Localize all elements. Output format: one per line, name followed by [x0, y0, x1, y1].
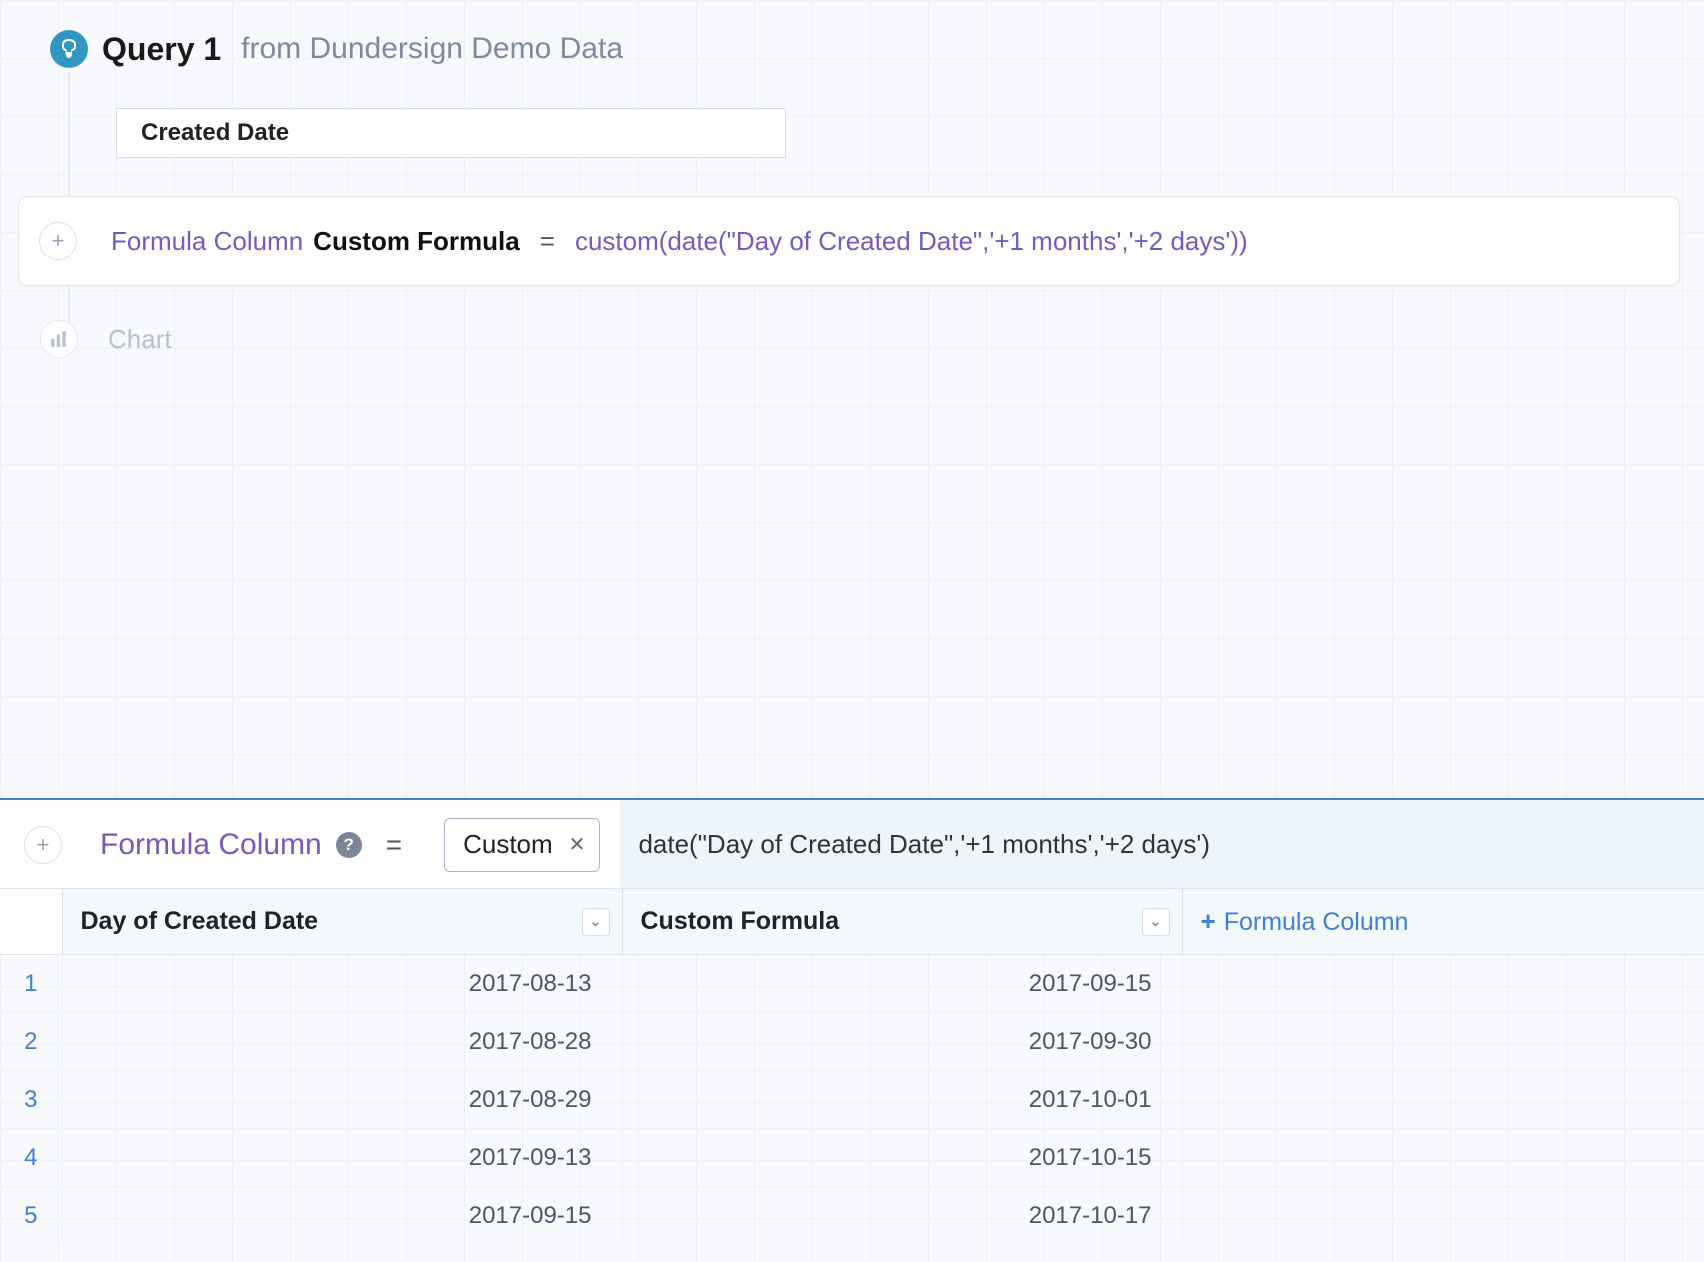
cell: 2017-10-15 — [622, 1129, 1182, 1187]
table-row[interactable]: 3 2017-08-29 2017-10-01 — [0, 1071, 1704, 1129]
help-icon[interactable]: ? — [336, 832, 362, 858]
row-number: 5 — [0, 1187, 62, 1245]
column-header-day-of-created-date[interactable]: Day of Created Date ⌄ — [62, 889, 622, 955]
formula-type-chip-label: Custom — [463, 829, 553, 860]
column-header-custom-formula[interactable]: Custom Formula ⌄ — [622, 889, 1182, 955]
cell: 2017-09-13 — [62, 1129, 622, 1187]
cell: 2017-10-17 — [622, 1187, 1182, 1245]
chart-step-row[interactable]: Chart — [40, 320, 172, 358]
equals-sign: = — [540, 226, 555, 257]
add-column-label: Formula Column — [1224, 908, 1409, 936]
formula-input[interactable]: date("Day of Created Date",'+1 months','… — [620, 800, 1704, 889]
cell: 2017-09-30 — [622, 1013, 1182, 1071]
column-header-label: Custom Formula — [641, 907, 840, 935]
table-row[interactable]: 4 2017-09-13 2017-10-15 — [0, 1129, 1704, 1187]
editor-add-button[interactable]: + — [24, 826, 62, 864]
close-icon[interactable]: ✕ — [569, 832, 586, 857]
add-step-button[interactable]: + — [39, 222, 77, 260]
row-number-header — [0, 889, 62, 955]
add-formula-column-button[interactable]: + Formula Column — [1182, 889, 1704, 955]
plus-icon: + — [1201, 906, 1216, 936]
editor-equals-sign: = — [386, 829, 402, 861]
postgres-icon — [50, 30, 88, 68]
formula-step-expression: custom(date("Day of Created Date",'+1 mo… — [575, 226, 1248, 257]
field-pill-label: Created Date — [141, 119, 289, 147]
editor-step-type: Formula Column — [100, 828, 322, 862]
cell-empty — [1182, 955, 1704, 1013]
cell: 2017-09-15 — [62, 1187, 622, 1245]
cell: 2017-08-28 — [62, 1013, 622, 1071]
query-header: Query 1 from Dundersign Demo Data — [50, 30, 623, 68]
cell: 2017-10-01 — [622, 1071, 1182, 1129]
cell-empty — [1182, 1187, 1704, 1245]
formula-step-type: Formula Column — [111, 226, 303, 257]
results-table: Day of Created Date ⌄ Custom Formula ⌄ +… — [0, 888, 1704, 1245]
field-pill-created-date[interactable]: Created Date — [116, 108, 786, 158]
table-row[interactable]: 1 2017-08-13 2017-09-15 — [0, 955, 1704, 1013]
table-row[interactable]: 2 2017-08-28 2017-09-30 — [0, 1013, 1704, 1071]
cell-empty — [1182, 1013, 1704, 1071]
row-number: 2 — [0, 1013, 62, 1071]
formula-input-value: date("Day of Created Date",'+1 months','… — [638, 829, 1210, 860]
row-number: 4 — [0, 1129, 62, 1187]
formula-step-card[interactable]: + Formula Column Custom Formula = custom… — [18, 196, 1680, 286]
row-number: 1 — [0, 955, 62, 1013]
formula-type-chip[interactable]: Custom ✕ — [444, 818, 600, 872]
cell-empty — [1182, 1129, 1704, 1187]
cell: 2017-08-29 — [62, 1071, 622, 1129]
cell-empty — [1182, 1071, 1704, 1129]
chevron-down-icon[interactable]: ⌄ — [1142, 908, 1170, 936]
column-header-label: Day of Created Date — [81, 907, 319, 935]
formula-step-name: Custom Formula — [313, 226, 520, 257]
formula-editor-strip: + Formula Column ? = Custom ✕ date("Day … — [0, 798, 1704, 890]
query-source-label: from Dundersign Demo Data — [241, 32, 623, 66]
table-row[interactable]: 5 2017-09-15 2017-10-17 — [0, 1187, 1704, 1245]
chart-icon — [40, 320, 78, 358]
cell: 2017-08-13 — [62, 955, 622, 1013]
query-title: Query 1 — [102, 31, 221, 68]
row-number: 3 — [0, 1071, 62, 1129]
cell: 2017-09-15 — [622, 955, 1182, 1013]
formula-editor-row: + Formula Column ? = Custom ✕ date("Day … — [0, 800, 1704, 890]
chart-label: Chart — [108, 324, 172, 355]
chevron-down-icon[interactable]: ⌄ — [582, 908, 610, 936]
